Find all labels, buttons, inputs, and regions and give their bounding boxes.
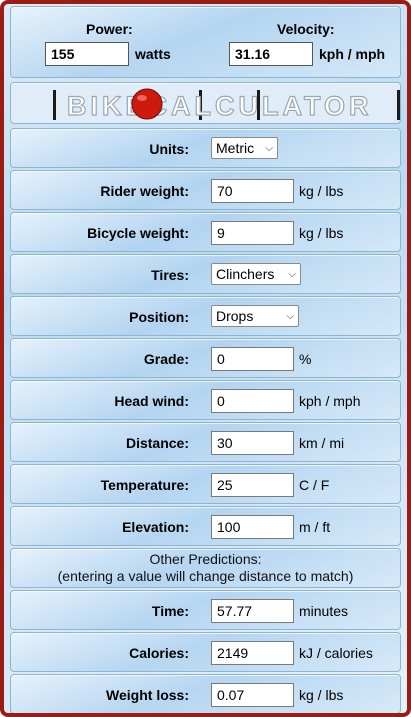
elevation-input[interactable] bbox=[211, 515, 294, 539]
elevation-label: Elevation: bbox=[122, 519, 189, 535]
calories-label: Calories: bbox=[129, 645, 189, 661]
distance-unit: km / mi bbox=[299, 435, 345, 451]
calculator-frame: Power: watts Velocity: kph / mph BIKECAL… bbox=[0, 0, 411, 717]
temperature-row: Temperature: C / F bbox=[10, 464, 401, 504]
units-row: Units: Metric ⌵ bbox=[10, 128, 401, 168]
bicycle-weight-input[interactable] bbox=[211, 221, 294, 245]
weight-loss-unit: kg / lbs bbox=[299, 687, 344, 703]
distance-input[interactable] bbox=[211, 431, 294, 455]
rider-weight-unit: kg / lbs bbox=[299, 183, 344, 199]
velocity-label: Velocity: bbox=[277, 21, 335, 37]
tires-label: Tires: bbox=[151, 267, 189, 283]
bikecalculator-logo-banner: BIKECALCULATOR bbox=[10, 82, 401, 124]
temperature-input[interactable] bbox=[211, 473, 294, 497]
grade-input[interactable] bbox=[211, 347, 294, 371]
units-select[interactable]: Metric ⌵ bbox=[211, 137, 278, 159]
head-wind-label: Head wind: bbox=[114, 393, 189, 409]
tires-select-value: Clinchers bbox=[216, 266, 275, 282]
bicycle-weight-unit: kg / lbs bbox=[299, 225, 344, 241]
head-wind-input[interactable] bbox=[211, 389, 294, 413]
other-predictions-note: Other Predictions: (entering a value wil… bbox=[10, 548, 401, 588]
tires-row: Tires: Clinchers ⌵ bbox=[10, 254, 401, 294]
calories-row: Calories: kJ / calories bbox=[10, 632, 401, 672]
power-input[interactable] bbox=[45, 42, 129, 66]
time-unit: minutes bbox=[299, 603, 349, 619]
grade-label: Grade: bbox=[143, 351, 189, 367]
logo-text: BIKECALCULATOR bbox=[67, 91, 373, 121]
chevron-down-icon: ⌵ bbox=[288, 268, 296, 280]
position-label: Position: bbox=[129, 309, 189, 325]
temperature-unit: C / F bbox=[299, 477, 330, 493]
position-row: Position: Drops ⌵ bbox=[10, 296, 401, 336]
head-wind-unit: kph / mph bbox=[299, 393, 361, 409]
weight-loss-label: Weight loss: bbox=[106, 687, 189, 703]
bicycle-weight-label: Bicycle weight: bbox=[87, 225, 189, 241]
power-velocity-panel: Power: watts Velocity: kph / mph bbox=[10, 6, 401, 78]
position-select-value: Drops bbox=[216, 308, 254, 324]
other-predictions-heading: Other Predictions: bbox=[149, 551, 262, 567]
tires-select[interactable]: Clinchers ⌵ bbox=[211, 263, 301, 285]
weight-loss-row: Weight loss: kg / lbs bbox=[10, 674, 401, 713]
rider-weight-input[interactable] bbox=[211, 179, 294, 203]
rider-weight-label: Rider weight: bbox=[100, 183, 189, 199]
position-select[interactable]: Drops ⌵ bbox=[211, 305, 299, 327]
time-row: Time: minutes bbox=[10, 590, 401, 630]
elevation-unit: m / ft bbox=[299, 519, 331, 535]
grade-row: Grade: % bbox=[10, 338, 401, 378]
elevation-row: Elevation: m / ft bbox=[10, 506, 401, 546]
chevron-down-icon: ⌵ bbox=[265, 142, 273, 154]
head-wind-row: Head wind: kph / mph bbox=[10, 380, 401, 420]
power-label: Power: bbox=[86, 21, 133, 37]
calories-unit: kJ / calories bbox=[299, 645, 373, 661]
power-unit: watts bbox=[135, 46, 171, 62]
velocity-unit: kph / mph bbox=[319, 46, 386, 62]
bicycle-weight-row: Bicycle weight: kg / lbs bbox=[10, 212, 401, 252]
rider-weight-row: Rider weight: kg / lbs bbox=[10, 170, 401, 210]
velocity-input[interactable] bbox=[229, 42, 313, 66]
distance-row: Distance: km / mi bbox=[10, 422, 401, 462]
chevron-down-icon: ⌵ bbox=[286, 310, 294, 322]
weight-loss-input[interactable] bbox=[211, 683, 294, 707]
time-label: Time: bbox=[151, 603, 189, 619]
ball-icon bbox=[131, 88, 163, 120]
temperature-label: Temperature: bbox=[100, 477, 189, 493]
bikecalculator-logo: BIKECALCULATOR bbox=[53, 88, 400, 122]
calories-input[interactable] bbox=[211, 641, 294, 665]
grade-unit: % bbox=[299, 351, 312, 367]
units-label: Units: bbox=[149, 141, 189, 157]
distance-label: Distance: bbox=[125, 435, 189, 451]
units-select-value: Metric bbox=[216, 140, 255, 156]
other-predictions-hint: (entering a value will change distance t… bbox=[57, 568, 354, 584]
time-input[interactable] bbox=[211, 599, 294, 623]
